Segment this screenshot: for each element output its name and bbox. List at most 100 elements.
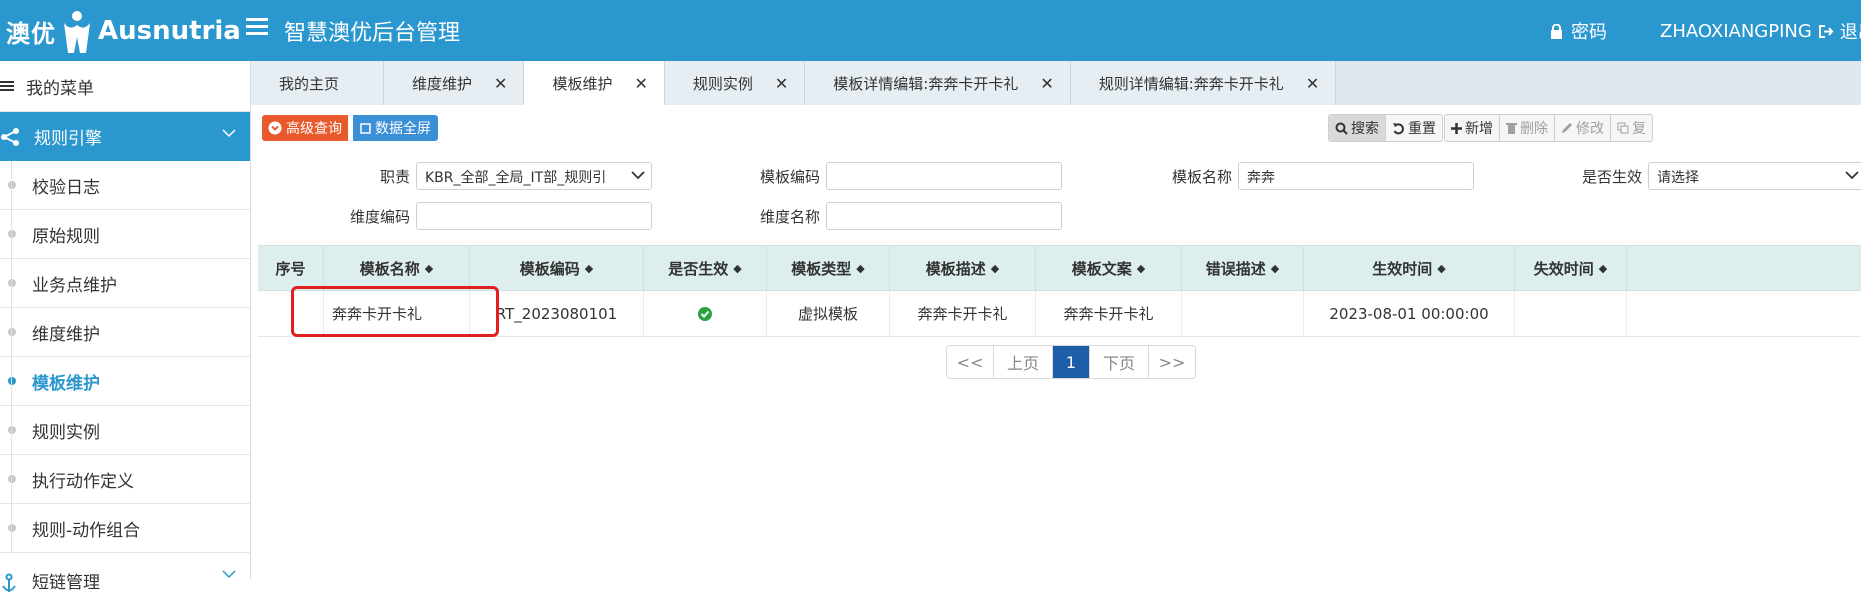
edit-button[interactable]: 修改 xyxy=(1555,115,1611,141)
square-icon xyxy=(360,122,371,134)
menu-toggle-icon[interactable] xyxy=(246,18,268,38)
column-header[interactable]: 失效时间 ◆ xyxy=(1515,246,1627,290)
brand-logo[interactable]: 澳优 Ausnutria xyxy=(6,8,241,54)
bullet-dot-icon xyxy=(8,475,16,483)
column-header-label: 失效时间 xyxy=(1533,259,1594,278)
sidebar-item-label: 执行动作定义 xyxy=(32,471,134,492)
copy-button[interactable]: 复 xyxy=(1611,115,1652,141)
sort-icon: ◆ xyxy=(1437,261,1446,275)
sort-icon: ◆ xyxy=(1136,261,1146,275)
sidebar-item[interactable]: 原始规则 xyxy=(0,210,250,259)
search-label: 搜索 xyxy=(1351,121,1379,137)
column-header[interactable]: 序号 xyxy=(258,246,324,290)
tab[interactable]: 我的主页 xyxy=(251,61,385,105)
tab[interactable]: 模板详情编辑:奔奔卡开卡礼 ✕ xyxy=(805,61,1071,105)
tab[interactable]: 模板维护 ✕ xyxy=(524,61,665,105)
data-fullscreen-button[interactable]: 数据全屏 xyxy=(353,115,438,141)
reset-label: 重置 xyxy=(1408,121,1436,137)
prev-page-button[interactable]: 上页 xyxy=(994,346,1053,378)
sidebar-item[interactable]: 业务点维护 xyxy=(0,259,250,308)
sort-icon: ◆ xyxy=(424,261,434,275)
advanced-query-button[interactable]: 高级查询 xyxy=(262,115,348,141)
sort-icon: ◆ xyxy=(856,261,865,275)
first-page-button[interactable]: << xyxy=(947,346,994,378)
template-code-input[interactable] xyxy=(826,162,1062,190)
template-name-input[interactable]: 奔奔 xyxy=(1238,162,1474,190)
close-icon[interactable]: ✕ xyxy=(494,74,507,93)
column-header-label: 模板类型 xyxy=(791,259,852,278)
my-menu-header[interactable]: 我的菜单 xyxy=(0,61,250,112)
column-header[interactable]: 模板描述 ◆ xyxy=(890,246,1036,290)
tab[interactable]: 规则实例 ✕ xyxy=(664,61,806,105)
password-link[interactable]: 密码 xyxy=(1550,18,1607,44)
tab-label: 规则实例 xyxy=(692,74,753,93)
close-icon[interactable]: ✕ xyxy=(634,74,647,93)
tab[interactable]: 维度维护 ✕ xyxy=(384,61,525,105)
app-title: 智慧澳优后台管理 xyxy=(284,21,461,46)
logout-label: 退出 xyxy=(1839,22,1861,43)
toolbar: 高级查询 数据全屏 搜索 重置 新增 删除 修改 复 xyxy=(258,113,1861,143)
column-header[interactable]: 生效时间 ◆ xyxy=(1304,246,1515,290)
is-active-label: 是否生效 xyxy=(1581,168,1642,186)
tab[interactable]: 规则详情编辑:奔奔卡开卡礼 ✕ xyxy=(1070,61,1337,105)
tree-line xyxy=(11,210,12,258)
bullet-dot-icon xyxy=(8,279,16,287)
current-page-button[interactable]: 1 xyxy=(1053,346,1090,378)
sidebar-item[interactable]: 模板维护 xyxy=(0,357,250,406)
column-header-label: 模板文案 xyxy=(1071,259,1132,278)
sidebar-group-short-link[interactable]: 短链管理 xyxy=(0,553,250,593)
sidebar-item-label: 规则-动作组合 xyxy=(32,520,141,541)
sidebar-item-label: 规则实例 xyxy=(32,422,100,443)
column-header[interactable]: 是否生效 ◆ xyxy=(644,246,767,290)
next-page-button[interactable]: 下页 xyxy=(1090,346,1149,378)
sidebar-item-label: 原始规则 xyxy=(32,226,100,247)
column-header[interactable]: 模板文案 ◆ xyxy=(1036,246,1182,290)
column-header[interactable]: 模板编码 ◆ xyxy=(470,246,644,290)
close-icon[interactable]: ✕ xyxy=(1040,74,1053,93)
tab-label: 我的主页 xyxy=(279,74,340,93)
close-icon[interactable]: ✕ xyxy=(775,74,788,93)
column-header-label: 错误描述 xyxy=(1205,259,1266,278)
sidebar-item[interactable]: 校验日志 xyxy=(0,161,250,210)
tree-line xyxy=(11,308,12,356)
tree-line xyxy=(11,406,12,454)
bullet-dot-icon xyxy=(8,328,16,336)
sidebar-item[interactable]: 规则实例 xyxy=(0,406,250,455)
delete-button[interactable]: 删除 xyxy=(1500,115,1555,141)
dimension-name-input[interactable] xyxy=(826,202,1062,230)
tab-label: 规则详情编辑:奔奔卡开卡礼 xyxy=(1098,74,1284,93)
is-active-select[interactable]: 请选择 xyxy=(1648,162,1861,190)
tab-bar: 我的主页 维度维护 ✕ 模板维护 ✕ 规则实例 ✕ 模板详情编辑:奔奔卡开卡礼 ✕ 规则详情编辑:… xyxy=(251,61,1861,105)
add-button[interactable]: 新增 xyxy=(1445,115,1500,141)
bullet-dot-icon xyxy=(8,426,16,434)
sidebar-item[interactable]: 维度维护 xyxy=(0,308,250,357)
sidebar-group-rule-engine[interactable]: 规则引擎 xyxy=(0,112,250,161)
table-cell-copy: 奔奔卡开卡礼 xyxy=(1036,291,1182,336)
column-header-label: 是否生效 xyxy=(668,259,729,278)
duty-select[interactable]: KBR_全部_全局_IT部_规则引 xyxy=(416,162,652,190)
column-header-label: 模板描述 xyxy=(925,259,986,278)
sidebar-item[interactable]: 执行动作定义 xyxy=(0,455,250,504)
search-button[interactable]: 搜索 xyxy=(1329,115,1386,141)
chevron-down-icon xyxy=(1845,171,1859,180)
template-name-label: 模板名称 xyxy=(1171,168,1232,186)
last-page-button[interactable]: >> xyxy=(1149,346,1195,378)
column-header[interactable]: 错误描述 ◆ xyxy=(1182,246,1304,290)
column-header[interactable]: 模板类型 ◆ xyxy=(767,246,890,290)
bullet-dot-icon xyxy=(8,377,16,385)
close-icon[interactable]: ✕ xyxy=(1306,74,1319,93)
tab-label: 模板详情编辑:奔奔卡开卡礼 xyxy=(833,74,1019,93)
search-icon xyxy=(1335,122,1348,135)
sidebar-item-label: 模板维护 xyxy=(32,373,100,394)
column-header-label: 模板编码 xyxy=(519,259,580,278)
undo-icon xyxy=(1393,122,1404,134)
check-circle-icon xyxy=(698,306,712,321)
highlight-box xyxy=(291,286,499,337)
list-icon xyxy=(0,79,14,93)
column-header[interactable]: 模板名称 ◆ xyxy=(324,246,470,290)
user-logout-area[interactable]: ZHAOXIANGPING 退出 xyxy=(1660,18,1861,44)
column-header-label: 模板名称 xyxy=(359,259,420,278)
reset-button[interactable]: 重置 xyxy=(1386,115,1442,141)
sidebar-item[interactable]: 规则-动作组合 xyxy=(0,504,250,553)
dimension-code-input[interactable] xyxy=(416,202,652,230)
